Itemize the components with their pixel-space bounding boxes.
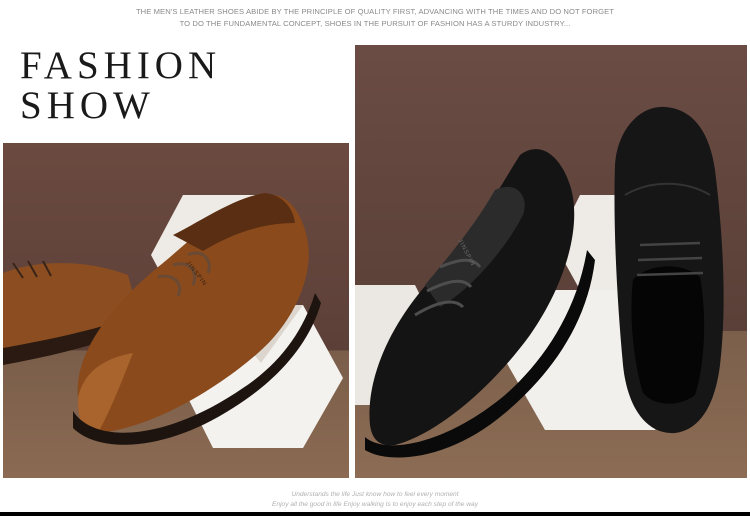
footer-line-1: Understands the life Just know how to fe… (291, 491, 459, 498)
headline-line-1: FASHION (20, 44, 222, 87)
intro-line-1: THE MEN'S LEATHER SHOES ABIDE BY THE PRI… (135, 7, 615, 16)
fashion-show-headline: FASHION SHOW (20, 46, 221, 126)
headline-line-2: SHOW (20, 84, 155, 127)
bottom-divider (0, 512, 750, 516)
brown-shoe-illustration (3, 193, 343, 448)
brown-shoe-photo: JINSPIN (3, 143, 349, 478)
black-shoes-illustration (355, 106, 724, 458)
footer-line-2: Enjoy all the good in life Enjoy walking… (272, 501, 478, 508)
footer-tagline: Understands the life Just know how to fe… (0, 490, 750, 510)
intro-text: THE MEN'S LEATHER SHOES ABIDE BY THE PRI… (0, 6, 750, 30)
black-shoes-photo: JINSPIN (355, 45, 747, 478)
intro-line-2: TO DO THE FUNDAMENTAL CONCEPT, SHOES IN … (179, 19, 571, 28)
